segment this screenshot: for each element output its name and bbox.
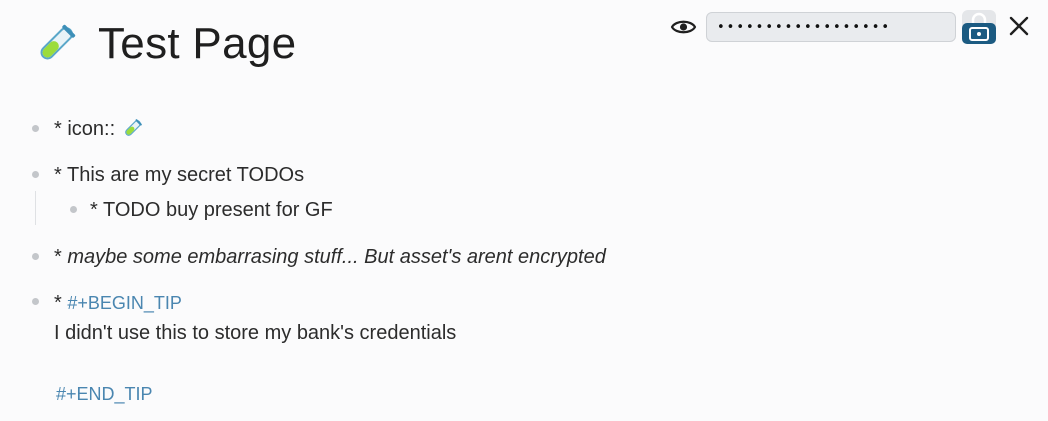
block-embarrassing[interactable]: * maybe some embarrasing stuff... But as…: [54, 245, 606, 269]
end-tip-tag[interactable]: #+END_TIP: [56, 382, 153, 406]
close-icon: [1009, 16, 1029, 36]
test-tube-icon: [40, 24, 76, 60]
block-secret-todos[interactable]: * This are my secret TODOs: [54, 163, 304, 187]
begin-tip-tag: #+BEGIN_TIP: [67, 293, 182, 313]
eye-icon[interactable]: [670, 15, 697, 39]
block-prefix: *: [54, 292, 68, 314]
block-tip[interactable]: * #+BEGIN_TIP: [54, 291, 182, 315]
test-tube-icon: [124, 119, 142, 136]
block-icon-property[interactable]: * icon::: [54, 117, 143, 141]
close-button[interactable]: [1005, 12, 1033, 40]
page-header: Test Page: [34, 18, 296, 70]
tip-body-text[interactable]: I didn't use this to store my bank's cre…: [54, 321, 456, 345]
password-input[interactable]: [706, 12, 956, 42]
italic-text: maybe some embarrasing stuff... But asse…: [67, 246, 606, 268]
lock-icon: [962, 10, 996, 44]
lock-button[interactable]: [961, 9, 997, 45]
block-bullet[interactable]: [32, 298, 39, 305]
block-todo-item[interactable]: * TODO buy present for GF: [90, 198, 333, 222]
block-bullet[interactable]: [32, 125, 39, 132]
page: Test Page * icon:: * Thi: [0, 0, 1048, 421]
block-bullet[interactable]: [32, 253, 39, 260]
block-prefix: *: [54, 246, 68, 268]
block-bullet[interactable]: [70, 206, 77, 213]
block-bullet[interactable]: [32, 171, 39, 178]
page-title[interactable]: Test Page: [98, 18, 296, 70]
block-text: * icon::: [54, 118, 121, 140]
children-guide-line: [35, 191, 36, 225]
